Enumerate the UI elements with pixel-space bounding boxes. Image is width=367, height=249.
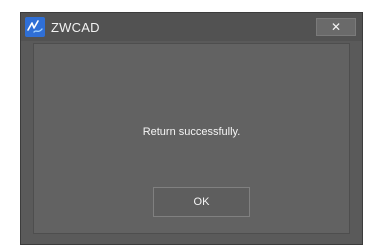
title-bar[interactable]: ZWCAD ✕ [21, 13, 362, 41]
message-dialog: ZWCAD ✕ Return successfully. OK [20, 12, 363, 245]
status-message: Return successfully. [142, 126, 241, 138]
close-button[interactable]: ✕ [316, 18, 356, 36]
close-icon: ✕ [330, 20, 342, 34]
ok-button[interactable]: OK [153, 187, 250, 217]
window-title: ZWCAD [51, 20, 100, 35]
zwcad-logo-icon [25, 17, 45, 37]
